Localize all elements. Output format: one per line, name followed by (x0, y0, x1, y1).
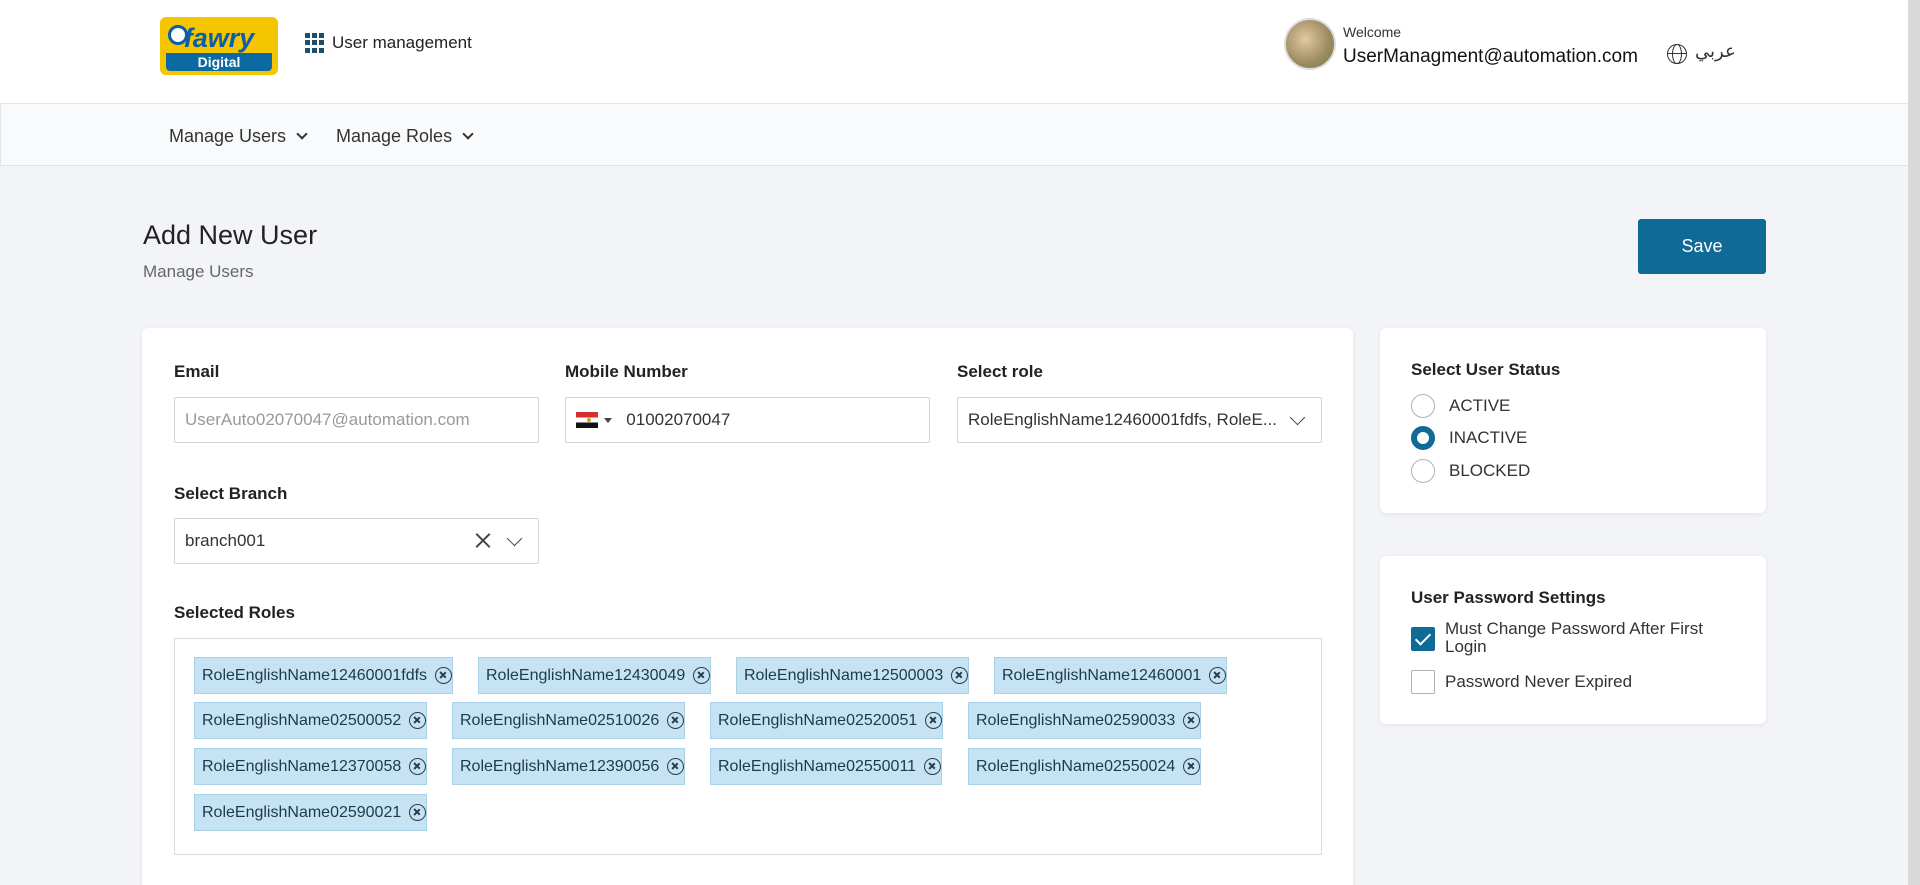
role-chip: RoleEnglishName02520051 (710, 702, 944, 739)
role-chip: RoleEnglishName12430049 (478, 657, 712, 694)
remove-circle-icon[interactable] (667, 758, 685, 775)
page-title: Add New User (143, 220, 318, 250)
remove-circle-icon[interactable] (409, 758, 427, 775)
role-chip-label: RoleEnglishName02590033 (976, 711, 1176, 729)
radio-active[interactable] (1411, 394, 1435, 418)
status-title: Select User Status (1411, 360, 1561, 379)
role-chip: RoleEnglishName12500003 (736, 657, 970, 694)
nav-manage-roles[interactable]: Manage Roles (336, 126, 474, 147)
nav-manage-roles-label: Manage Roles (336, 126, 453, 146)
remove-circle-icon[interactable] (667, 712, 685, 729)
password-settings-title: User Password Settings (1411, 588, 1606, 607)
fawry-logo[interactable]: fawry Digital (160, 17, 278, 75)
role-chip: RoleEnglishName12370058 (194, 748, 428, 785)
language-switch[interactable]: عربي (1695, 41, 1736, 62)
role-chip-label: RoleEnglishName12430049 (486, 666, 686, 684)
logo-sub: Digital (166, 53, 272, 71)
remove-circle-icon[interactable] (409, 804, 427, 821)
role-chip: RoleEnglishName02550011 (710, 748, 943, 785)
status-option-label: ACTIVE (1449, 396, 1511, 415)
status-option-label: BLOCKED (1449, 461, 1531, 480)
role-chip: RoleEnglishName02510026 (452, 702, 686, 739)
top-bar: fawry Digital User management Welcome Us… (0, 0, 1908, 104)
password-never-expired-option[interactable]: Password Never Expired (1411, 670, 1632, 694)
remove-circle-icon[interactable] (409, 712, 427, 729)
role-chip-label: RoleEnglishName02510026 (460, 711, 660, 729)
nav-manage-users-label: Manage Users (169, 126, 287, 146)
egypt-flag-icon[interactable] (576, 412, 599, 428)
remove-circle-icon[interactable] (924, 758, 942, 775)
role-chip: RoleEnglishName12390056 (452, 748, 686, 785)
status-option-inactive[interactable]: INACTIVE (1411, 426, 1527, 450)
role-chip-label: RoleEnglishName02520051 (718, 711, 918, 729)
nav-bar: Manage Users Manage Roles (0, 104, 1908, 166)
email-field-wrapper (174, 397, 539, 443)
avatar[interactable] (1284, 18, 1336, 70)
remove-circle-icon[interactable] (1183, 758, 1201, 775)
logo-text: fawry (183, 23, 255, 53)
branch-label: Select Branch (174, 484, 288, 503)
password-never-expired-label: Password Never Expired (1445, 672, 1633, 691)
globe-icon[interactable] (1667, 44, 1687, 64)
role-chip: RoleEnglishName12460001fdfs (194, 657, 454, 694)
user-status-card: Select User Status ACTIVE INACTIVE BLOCK… (1380, 328, 1766, 513)
role-chip: RoleEnglishName02590021 (194, 794, 428, 831)
remove-circle-icon[interactable] (435, 667, 453, 684)
role-chip-label: RoleEnglishName12460001 (1002, 666, 1202, 684)
role-chip: RoleEnglishName02500052 (194, 702, 428, 739)
remove-circle-icon[interactable] (951, 667, 969, 684)
role-chip-label: RoleEnglishName12500003 (744, 666, 944, 684)
role-chip-label: RoleEnglishName02500052 (202, 711, 402, 729)
chevron-down-icon (506, 530, 523, 547)
role-label: Select role (957, 362, 1043, 381)
chevron-down-icon (462, 128, 474, 140)
role-chip: RoleEnglishName02590033 (968, 702, 1202, 739)
role-chip-label: RoleEnglishName02590021 (202, 803, 402, 821)
status-option-label: INACTIVE (1449, 428, 1528, 447)
remove-circle-icon[interactable] (693, 667, 711, 684)
status-option-blocked[interactable]: BLOCKED (1411, 459, 1530, 483)
mobile-field[interactable] (626, 410, 929, 430)
radio-blocked[interactable] (1411, 459, 1435, 483)
breadcrumb: Manage Users (143, 262, 254, 281)
nav-manage-users[interactable]: Manage Users (169, 126, 308, 147)
must-change-password-option[interactable]: Must Change Password After First Login (1411, 620, 1741, 656)
role-chip-label: RoleEnglishName12460001fdfs (202, 666, 428, 684)
welcome-text: Welcome (1343, 24, 1402, 40)
email-field[interactable] (185, 410, 538, 430)
email-label: Email (174, 362, 220, 381)
caret-down-icon[interactable] (604, 417, 613, 423)
role-chip-label: RoleEnglishName12370058 (202, 757, 402, 775)
branch-select-value: branch001 (185, 531, 266, 550)
user-email: UserManagment@automation.com (1343, 46, 1638, 67)
remove-circle-icon[interactable] (1183, 712, 1201, 729)
remove-circle-icon[interactable] (1209, 667, 1227, 684)
role-select[interactable]: RoleEnglishName12460001fdfs, RoleE... (957, 397, 1322, 443)
mobile-label: Mobile Number (565, 362, 688, 381)
role-chip-label: RoleEnglishName02550024 (976, 757, 1176, 775)
radio-inactive[interactable] (1411, 426, 1435, 450)
password-settings-card: User Password Settings Must Change Passw… (1380, 556, 1766, 724)
chevron-down-icon (296, 128, 308, 140)
app-title[interactable]: User management (332, 33, 472, 53)
must-change-password-label: Must Change Password After First Login (1445, 619, 1703, 656)
chevron-down-icon (1289, 409, 1306, 426)
role-select-value: RoleEnglishName12460001fdfs, RoleE... (968, 410, 1278, 429)
role-chip-label: RoleEnglishName02550011 (718, 757, 917, 775)
role-chip: RoleEnglishName02550024 (968, 748, 1202, 785)
branch-select[interactable]: branch001 (174, 518, 539, 564)
must-change-password-checkbox[interactable] (1411, 627, 1435, 651)
page-scrollbar[interactable] (1908, 0, 1920, 885)
password-never-expired-checkbox[interactable] (1411, 670, 1435, 694)
remove-circle-icon[interactable] (925, 712, 943, 729)
role-chip: RoleEnglishName12460001 (994, 657, 1228, 694)
status-option-active[interactable]: ACTIVE (1411, 394, 1510, 418)
mobile-field-wrapper (565, 397, 930, 443)
apps-grid-icon[interactable] (305, 33, 325, 53)
save-button[interactable]: Save (1638, 219, 1766, 274)
selected-roles-label: Selected Roles (174, 603, 295, 622)
clear-icon[interactable] (472, 529, 494, 551)
role-chip-label: RoleEnglishName12390056 (460, 757, 660, 775)
